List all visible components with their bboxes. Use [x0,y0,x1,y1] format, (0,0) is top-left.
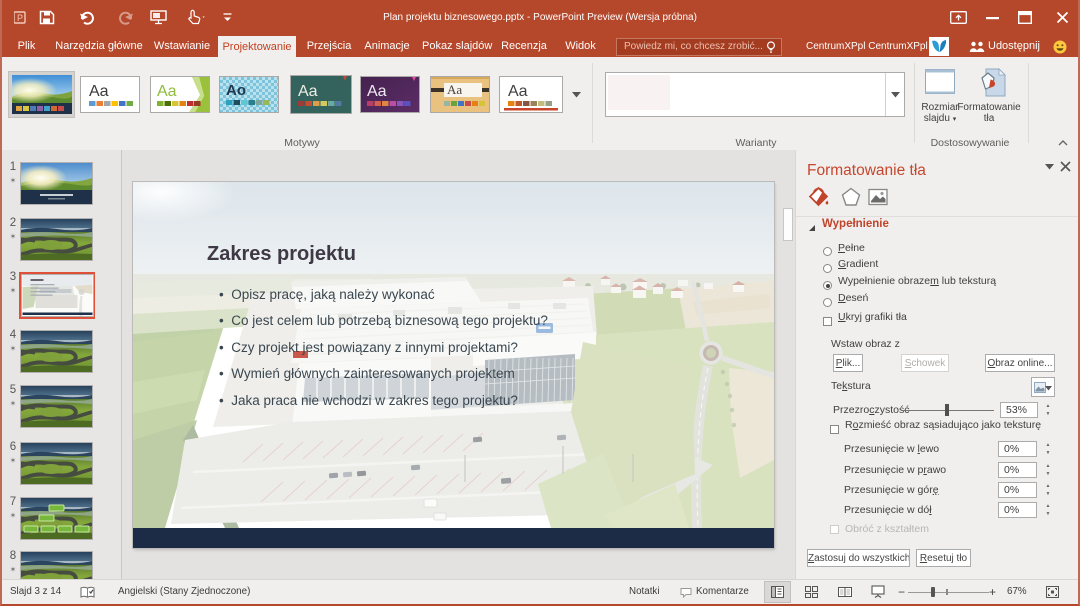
svg-text:Aa: Aa [157,83,177,100]
svg-text:Aa: Aa [508,83,528,100]
svg-text:Aa: Aa [447,82,462,97]
svg-text:P: P [17,13,23,23]
svg-text:Aa: Aa [89,83,109,100]
svg-text:Aa: Aa [367,83,387,100]
svg-text:Ao: Ao [226,82,246,99]
svg-text:Aa: Aa [298,83,318,100]
